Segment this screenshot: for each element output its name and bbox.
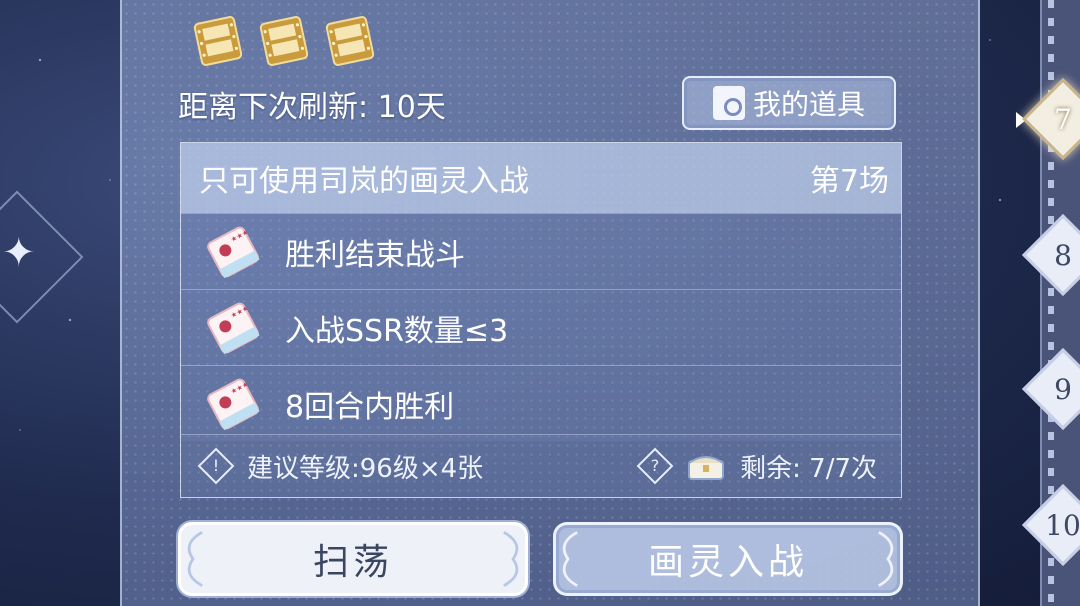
star-card-icon: ★★★ bbox=[207, 302, 260, 354]
objective-text: 8回合内胜利 bbox=[285, 389, 455, 425]
film-ticket-icon bbox=[259, 16, 309, 66]
objective-text: 入战SSR数量≤3 bbox=[285, 313, 509, 349]
objective-text: 胜利结束战斗 bbox=[285, 237, 465, 273]
objective-row: ★★★ 入战SSR数量≤3 bbox=[181, 289, 901, 365]
my-items-label: 我的道具 bbox=[752, 88, 865, 121]
chest-icon bbox=[688, 456, 725, 480]
film-ticket-icon bbox=[325, 16, 375, 66]
enter-battle-button[interactable]: 画灵入战 bbox=[553, 522, 903, 596]
star-card-icon: ★★★ bbox=[207, 378, 260, 430]
sweep-button[interactable]: 扫荡 bbox=[178, 522, 528, 596]
enter-battle-label: 画灵入战 bbox=[647, 542, 808, 583]
film-ticket-icon bbox=[193, 16, 243, 66]
film-ticket-group bbox=[192, 14, 376, 68]
recommend-text: 建议等级:96级×4张 bbox=[247, 453, 484, 484]
ornament-icon bbox=[503, 531, 519, 587]
help-diamond-icon[interactable]: ? bbox=[636, 447, 674, 485]
back-arrow-icon[interactable]: ✦ bbox=[2, 230, 36, 276]
item-search-icon bbox=[712, 86, 745, 120]
warning-diamond-icon: ! bbox=[197, 447, 235, 485]
remaining-text: 剩余: 7/7次 bbox=[740, 453, 877, 484]
ornament-icon bbox=[562, 531, 578, 587]
ornament-icon bbox=[187, 531, 203, 587]
stage-footer: ! 建议等级:96级×4张 ? 剩余: 7/7次 bbox=[181, 434, 901, 497]
stage-condition: 只可使用司岚的画灵入战 bbox=[199, 164, 529, 199]
objective-row: ★★★ 胜利结束战斗 bbox=[181, 213, 901, 289]
refresh-countdown: 距离下次刷新: 10天 bbox=[178, 90, 446, 125]
stage-number: 第7场 bbox=[809, 164, 889, 199]
my-items-button[interactable]: 我的道具 bbox=[682, 76, 896, 130]
stage-header: 只可使用司岚的画灵入战 第7场 bbox=[181, 143, 901, 213]
recommend-info: ! 建议等级:96级×4张 bbox=[197, 447, 484, 485]
ornament-icon bbox=[878, 531, 894, 587]
star-card-icon: ★★★ bbox=[207, 226, 260, 278]
sweep-label: 扫荡 bbox=[312, 542, 393, 583]
objective-row: ★★★ 8回合内胜利 bbox=[181, 365, 901, 441]
remaining-info: ? 剩余: 7/7次 bbox=[636, 447, 877, 485]
stage-info-box: 只可使用司岚的画灵入战 第7场 ★★★ 胜利结束战斗 ★★★ 入战SSR数量≤3 bbox=[180, 142, 902, 498]
